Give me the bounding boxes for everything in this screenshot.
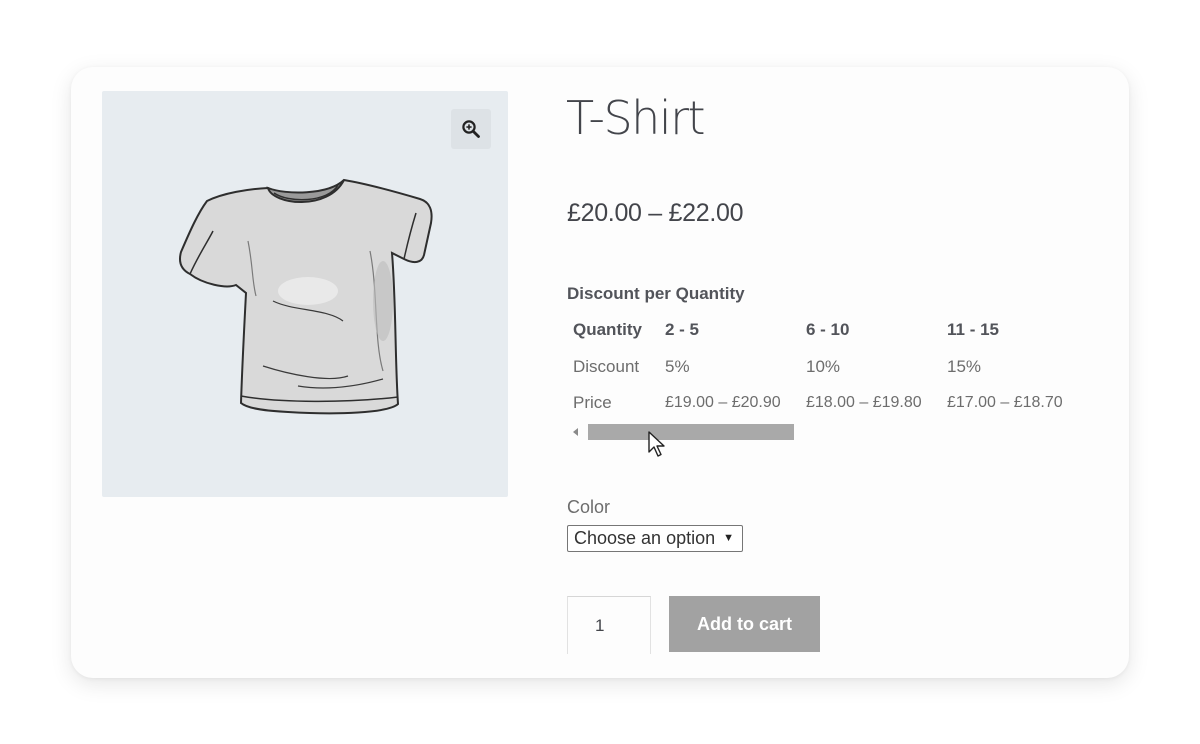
scroll-left-arrow-icon[interactable] (573, 428, 578, 436)
quantity-input[interactable]: 1 (567, 596, 651, 654)
table-cell: 15% (947, 356, 982, 376)
table-cell: 5% (665, 356, 690, 376)
add-to-cart-button[interactable]: Add to cart (669, 596, 820, 652)
magnifier-zoom-icon (462, 120, 480, 138)
table-row: Price £19.00 – £20.90 £18.00 – £19.80 £1… (567, 385, 1083, 422)
scrollbar-thumb[interactable] (588, 424, 794, 440)
color-label: Color (567, 497, 611, 517)
table-cell: Discount (573, 356, 640, 376)
tshirt-image (179, 178, 433, 415)
product-title: T-Shirt (566, 91, 706, 145)
table-cell: 11 - 15 (947, 320, 999, 340)
table-cell: £17.00 – £18.70 (947, 394, 1063, 412)
product-gallery (102, 91, 508, 497)
product-card: T-Shirt £20.00 – £22.00 Discount per Qua… (71, 67, 1129, 678)
color-select-value: Choose an option (574, 528, 716, 548)
discount-table: Quantity 2 - 5 6 - 10 11 - 15 Discount 5… (567, 312, 1083, 422)
table-cell: Price (573, 393, 612, 413)
table-cell: Quantity (573, 320, 642, 340)
table-row: Quantity 2 - 5 6 - 10 11 - 15 (567, 312, 1083, 349)
table-horizontal-scrollbar[interactable] (571, 424, 796, 441)
table-cell: 2 - 5 (665, 320, 700, 340)
zoom-button[interactable] (451, 109, 491, 149)
table-cell: £18.00 – £19.80 (806, 394, 922, 412)
dropdown-caret-icon: ▼ (723, 532, 734, 544)
mouse-pointer-icon (648, 431, 665, 457)
table-cell: £19.00 – £20.90 (665, 394, 781, 412)
discount-heading: Discount per Quantity (567, 284, 745, 303)
table-row: Discount 5% 10% 15% (567, 349, 1083, 386)
color-select[interactable]: Choose an option ▼ (567, 525, 743, 552)
table-cell: 6 - 10 (806, 320, 850, 340)
table-cell: 10% (806, 356, 841, 376)
product-price: £20.00 – £22.00 (567, 199, 744, 227)
